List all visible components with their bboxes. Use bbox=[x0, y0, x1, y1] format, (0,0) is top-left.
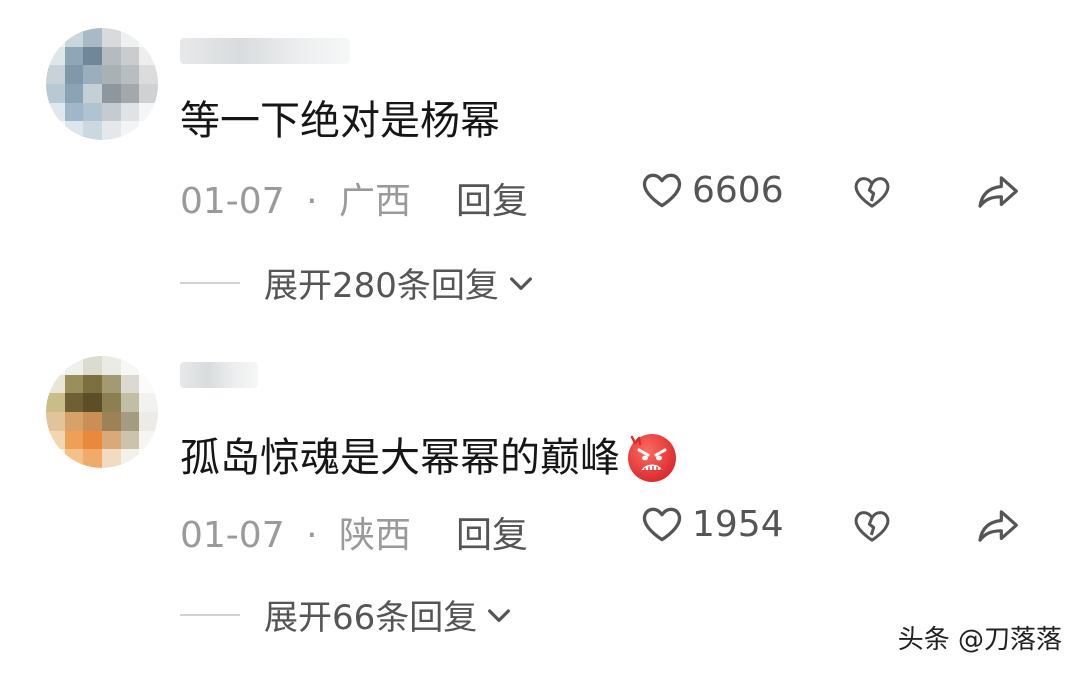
reply-button[interactable]: 回复 bbox=[456, 506, 528, 558]
chevron-down-icon bbox=[488, 608, 511, 622]
chevron-down-icon bbox=[509, 276, 532, 290]
watermark: 头条 @刀落落 bbox=[897, 625, 1062, 655]
like-button[interactable]: 1954 bbox=[640, 502, 784, 546]
divider-line bbox=[180, 614, 240, 616]
expand-replies-label: 展开66条回复 bbox=[264, 598, 478, 638]
share-arrow-icon bbox=[978, 510, 1018, 542]
username[interactable] bbox=[180, 38, 350, 64]
username[interactable] bbox=[180, 362, 258, 388]
comment-meta: 01-07 · 广西 回复 6606 bbox=[0, 168, 1080, 222]
expand-replies-button[interactable]: 展开66条回复 bbox=[264, 590, 515, 639]
angry-face-icon bbox=[628, 434, 676, 482]
broken-heart-icon bbox=[854, 177, 890, 208]
comment-location: 广西 bbox=[338, 181, 411, 222]
like-count: 1954 bbox=[692, 503, 784, 545]
comment-date-location: 01-07 · 广西 bbox=[180, 172, 411, 224]
meta-separator: · bbox=[306, 515, 318, 556]
expand-replies-row: 展开280条回复 bbox=[0, 258, 1080, 308]
heart-icon bbox=[642, 507, 682, 542]
expand-replies-button[interactable]: 展开280条回复 bbox=[264, 258, 537, 307]
comment-date: 01-07 bbox=[180, 181, 285, 222]
reply-button[interactable]: 回复 bbox=[456, 172, 528, 224]
comment-text: 等一下绝对是杨幂 bbox=[180, 96, 500, 146]
like-button[interactable]: 6606 bbox=[640, 168, 784, 212]
comment-date: 01-07 bbox=[180, 515, 285, 556]
comment-location: 陕西 bbox=[338, 515, 411, 556]
comment-text-content: 等一下绝对是杨幂 bbox=[180, 98, 500, 144]
share-button[interactable] bbox=[974, 506, 1022, 555]
share-arrow-icon bbox=[978, 176, 1018, 208]
divider-line bbox=[180, 282, 240, 284]
comment-meta: 01-07 · 陕西 回复 1954 bbox=[0, 502, 1080, 556]
heart-icon bbox=[642, 173, 682, 208]
comment-list: 等一下绝对是杨幂 01-07 · 广西 回复 6606 展开280条回复 孤岛惊… bbox=[0, 0, 1080, 674]
avatar[interactable] bbox=[46, 356, 158, 468]
avatar[interactable] bbox=[46, 28, 158, 140]
dislike-button[interactable] bbox=[852, 506, 892, 555]
comment-text: 孤岛惊魂是大幂幂的巅峰 bbox=[180, 430, 680, 486]
dislike-button[interactable] bbox=[852, 172, 892, 221]
broken-heart-icon bbox=[854, 511, 890, 542]
share-button[interactable] bbox=[974, 172, 1022, 221]
expand-replies-label: 展开280条回复 bbox=[264, 266, 499, 306]
like-count: 6606 bbox=[692, 169, 784, 211]
meta-separator: · bbox=[306, 181, 318, 222]
comment-text-content: 孤岛惊魂是大幂幂的巅峰 bbox=[180, 435, 620, 481]
comment-date-location: 01-07 · 陕西 bbox=[180, 506, 411, 558]
